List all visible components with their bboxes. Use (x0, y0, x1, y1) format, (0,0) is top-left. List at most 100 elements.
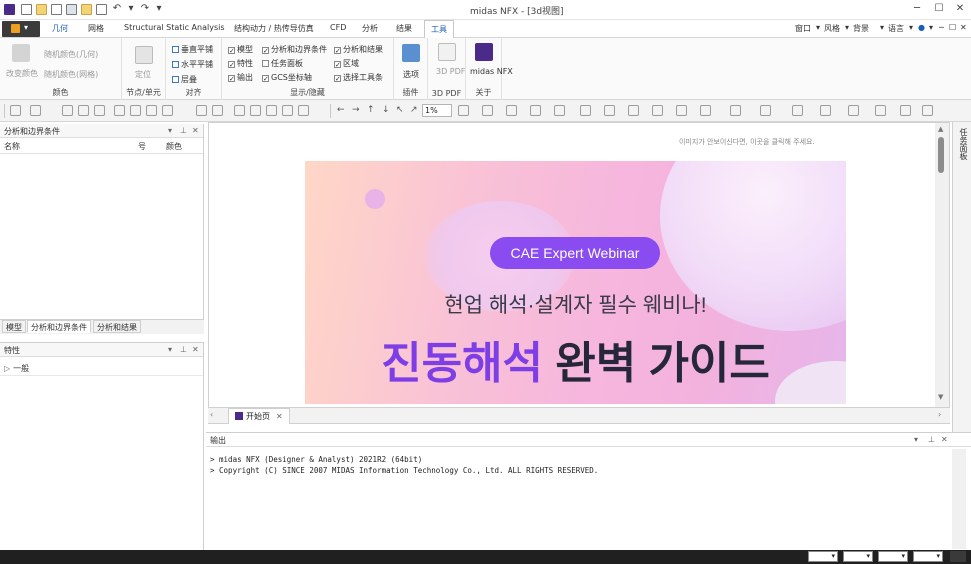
tree-item[interactable]: ▷ 一般 (4, 363, 29, 374)
open-folder-icon[interactable] (36, 4, 47, 15)
tab-scroll-right-icon[interactable]: › (938, 410, 941, 419)
menu-style[interactable]: 风格 (824, 23, 840, 34)
scroll-thumb[interactable] (938, 137, 944, 173)
tab-structural-static[interactable]: Structural Static Analysis (124, 23, 225, 32)
about-midas-button[interactable]: midas NFX (470, 67, 513, 76)
pin-icon[interactable]: ⊥ (928, 435, 935, 444)
tab-analysis-bc[interactable]: 分析和边界条件 (27, 320, 91, 333)
mesh-display-icon[interactable] (530, 105, 541, 116)
view-top-icon[interactable] (234, 105, 245, 116)
arrow-diag-icon[interactable]: ↖ (396, 105, 404, 115)
toggle-model[interactable]: ✓ 模型 (228, 44, 253, 55)
chevron-down-icon[interactable]: ▾ (816, 23, 820, 32)
vertical-scrollbar[interactable]: ▲ ▼ (935, 123, 949, 407)
save-as-icon[interactable] (81, 4, 92, 15)
toggle-output[interactable]: ✓ 输出 (228, 72, 253, 83)
scroll-down-arrow-icon[interactable]: ▼ (938, 393, 943, 401)
align-icon[interactable] (730, 105, 741, 116)
menu-language[interactable]: 语言 (888, 23, 904, 34)
status-dropdown-4[interactable]: ▾ (913, 551, 943, 562)
panel-close-icon[interactable]: ✕ (941, 435, 948, 444)
pan-icon[interactable] (30, 105, 41, 116)
panel-close-icon[interactable]: ✕ (192, 345, 199, 354)
toggle-task-panel[interactable]: 任务面板 (262, 58, 303, 69)
toggle-gcs-axis[interactable]: ✓ GCS坐标轴 (262, 72, 312, 83)
settings-icon[interactable] (900, 105, 911, 116)
tile-vertical-button[interactable]: 垂直平铺 (172, 44, 213, 55)
image-notice[interactable]: 이미지가 안보이신다면, 이곳을 클릭해 주세요. (679, 137, 815, 147)
zoom-step-select[interactable]: 1% (422, 104, 452, 117)
help-icon[interactable]: ● (918, 23, 925, 32)
column-header-color[interactable]: 颜色 (166, 141, 182, 152)
zoom-fit-icon[interactable] (78, 105, 89, 116)
tab-geometry[interactable]: 几何 (52, 23, 68, 34)
toggle-analysis-results[interactable]: ✓ 分析和结果 (334, 44, 383, 55)
status-dropdown-2[interactable]: ▾ (843, 551, 873, 562)
edge-icon[interactable] (554, 105, 565, 116)
edit-icon[interactable] (922, 105, 933, 116)
zoom-window-icon[interactable] (62, 105, 73, 116)
tab-dynamics-thermal[interactable]: 结构动力 / 热传导仿真 (234, 23, 314, 34)
tab-cfd[interactable]: CFD (330, 23, 346, 32)
ribbon-restore-icon[interactable]: ☐ (949, 23, 956, 32)
panel-dropdown-icon[interactable]: ▾ (168, 126, 172, 135)
tree-icon[interactable] (792, 105, 803, 116)
tab-close-icon[interactable]: ✕ (276, 412, 283, 421)
save-icon[interactable] (66, 4, 77, 15)
chevron-down-icon[interactable]: ▾ (845, 23, 849, 32)
arrow-down-icon[interactable]: ↓ (382, 105, 390, 115)
arrow-up-icon[interactable]: ↑ (367, 105, 375, 115)
toggle-properties[interactable]: ✓ 特性 (228, 58, 253, 69)
tab-tools[interactable]: 工具 (424, 20, 454, 39)
shade-icon[interactable] (482, 105, 493, 116)
lighting-icon[interactable] (676, 105, 687, 116)
options-button[interactable]: 选项 (403, 69, 419, 80)
chevron-down-icon[interactable]: ▾ (909, 23, 913, 32)
ribbon-minimize-icon[interactable]: ─ (939, 23, 944, 32)
view-left-icon[interactable] (250, 105, 261, 116)
rotate-icon[interactable] (114, 105, 125, 116)
status-dropdown-3[interactable]: ▾ (878, 551, 908, 562)
section-icon[interactable] (820, 105, 831, 116)
view-back-icon[interactable] (298, 105, 309, 116)
expand-icon[interactable]: ▷ (4, 364, 10, 373)
tab-analysis-results[interactable]: 分析和结果 (93, 320, 141, 333)
pin-icon[interactable]: ⊥ (180, 126, 187, 135)
rotate-y-icon[interactable] (146, 105, 157, 116)
toggle-selection-toolbar[interactable]: ✓ 选择工具条 (334, 72, 383, 83)
rotate-x-icon[interactable] (130, 105, 141, 116)
measure-icon[interactable] (760, 105, 771, 116)
toggle-region[interactable]: ✓ 区域 (334, 58, 359, 69)
redo-icon[interactable]: ↷ (138, 2, 152, 16)
locate-button[interactable]: 定位 (135, 69, 151, 80)
webinar-banner[interactable]: CAE Expert Webinar 현업 해석·설계자 필수 웨비나! 진동해… (305, 161, 846, 404)
tile-horizontal-button[interactable]: 水平平铺 (172, 59, 213, 70)
view-right-icon[interactable] (266, 105, 277, 116)
start-page-tab[interactable]: 开始页 ✕ (228, 408, 290, 424)
scroll-up-arrow-icon[interactable]: ▲ (938, 125, 943, 133)
cascade-button[interactable]: 层叠 (172, 74, 197, 85)
grid-icon[interactable] (580, 105, 591, 116)
arrow-right-icon[interactable]: → (352, 105, 360, 115)
panel-dropdown-icon[interactable]: ▾ (168, 345, 172, 354)
wireframe-icon[interactable] (506, 105, 517, 116)
undo-dropdown-icon[interactable]: ▾ (124, 2, 138, 16)
export-3d-pdf-button[interactable]: 3D PDF (436, 67, 465, 76)
minimize-icon[interactable]: ─ (910, 2, 924, 16)
open-icon[interactable] (51, 4, 62, 15)
random-color-mesh-button[interactable]: 随机颜色(网格) (44, 69, 98, 80)
hide-icon[interactable] (604, 105, 615, 116)
menu-window[interactable]: 窗口 (795, 23, 811, 34)
tab-scroll-left-icon[interactable]: ‹ (210, 410, 213, 419)
zoom-icon[interactable] (94, 105, 105, 116)
arrow-left-icon[interactable]: ← (337, 105, 345, 115)
status-dropdown-1[interactable]: ▾ (808, 551, 838, 562)
pin-icon[interactable]: ⊥ (180, 345, 187, 354)
chevron-down-icon[interactable]: ▾ (929, 23, 933, 32)
random-color-geometry-button[interactable]: 随机颜色(几何) (44, 49, 98, 60)
status-resize-icon[interactable] (950, 551, 966, 562)
view-iso-icon[interactable] (196, 105, 207, 116)
file-menu-button[interactable]: ▾ (2, 21, 40, 37)
output-scrollbar[interactable] (952, 449, 966, 549)
tab-results[interactable]: 结果 (396, 23, 412, 34)
